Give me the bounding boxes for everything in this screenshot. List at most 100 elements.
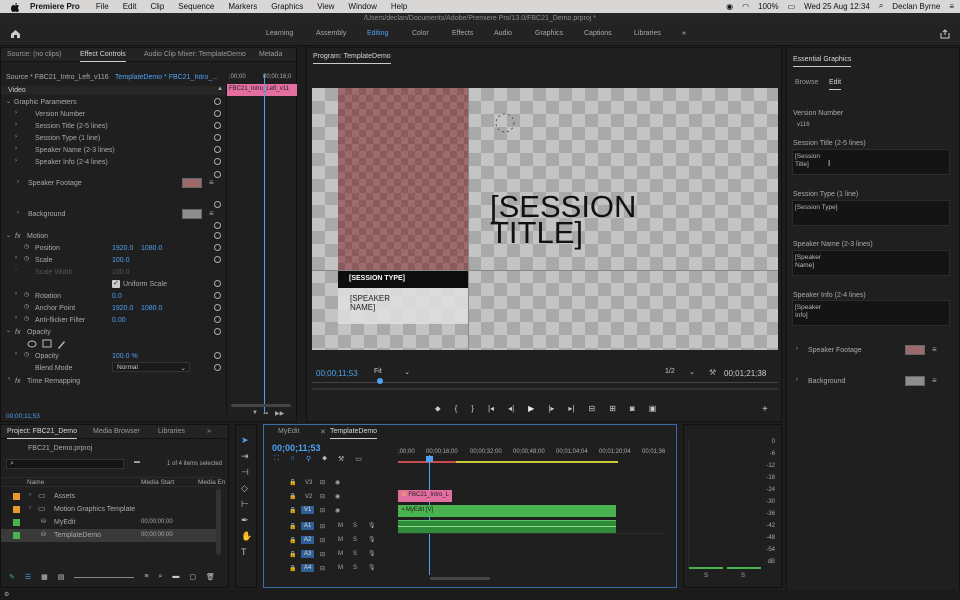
new-bin-from-search-icon[interactable]: ▬ (134, 459, 140, 465)
mute-icon[interactable]: M (338, 565, 343, 571)
ripple-edit-tool-icon[interactable]: ⊣ (241, 467, 252, 478)
tab-media-browser[interactable]: Media Browser (93, 428, 140, 435)
list-item[interactable]: › ▭ Motion Graphics Template (1, 503, 221, 516)
menu-graphics[interactable]: Graphics (271, 2, 303, 11)
col-name[interactable]: Name (27, 479, 44, 486)
comparison-view-icon[interactable]: ▣ (649, 404, 657, 414)
reset-icon[interactable] (214, 316, 221, 323)
sort-icon[interactable]: ≡ (144, 573, 148, 581)
menu-help[interactable]: Help (391, 2, 407, 11)
extract-icon[interactable]: ⊞ (609, 404, 616, 414)
project-scrollbar[interactable] (216, 489, 221, 555)
hand-tool-icon[interactable]: ✋ (241, 531, 252, 542)
zoom-slider[interactable] (74, 573, 135, 578)
new-item-icon[interactable]: ▢ (189, 573, 196, 581)
expand-icon[interactable]: › (796, 346, 798, 352)
clock[interactable]: Wed 25 Aug 12:34 (804, 2, 870, 11)
lock-icon[interactable]: 🔒 (289, 493, 296, 500)
razor-tool-icon[interactable]: ◇ (241, 483, 252, 494)
microphone-icon[interactable]: 🎙 (368, 522, 376, 529)
tab-audio-clip-mixer[interactable]: Audio Clip Mixer: TemplateDemo (144, 51, 246, 58)
session-title-field[interactable]: [Session Title] (792, 149, 950, 175)
sync-lock-icon[interactable]: ⊟ (320, 493, 325, 500)
export-icon[interactable]: ⇥ (263, 410, 268, 417)
reset-icon[interactable] (214, 146, 221, 153)
selection-tool-icon[interactable]: ➤ (241, 435, 252, 446)
reset-icon[interactable] (214, 201, 221, 208)
tab-edit[interactable]: Edit (829, 79, 842, 90)
col-media-start[interactable]: Media Start (141, 479, 174, 486)
track-select-tool-icon[interactable]: ⇥ (241, 451, 252, 462)
expand-icon[interactable]: › (15, 134, 17, 140)
search-icon[interactable]: ⌕ (879, 1, 883, 11)
lock-icon[interactable]: 🔒 (289, 537, 296, 544)
eye-icon[interactable]: ◉ (335, 493, 340, 500)
fx-opacity-toggle-icon[interactable]: ⌄ (6, 327, 11, 334)
expand-icon[interactable]: › (29, 505, 31, 511)
expand-icon[interactable]: › (15, 122, 17, 128)
program-viewer[interactable]: [SESSION TYPE] [SPEAKER NAME] [SESSION T… (312, 88, 778, 350)
timeline-wrench-icon[interactable]: ⚒ (338, 455, 344, 463)
eg-speaker-footage-swatch[interactable] (905, 345, 925, 355)
ec-clip-bar[interactable]: FBC21_Intro_Left_v11 (227, 84, 297, 96)
reset-icon[interactable] (214, 256, 221, 263)
expand-icon[interactable]: › (17, 179, 19, 185)
tab-metadata[interactable]: Metada (259, 51, 282, 58)
timeline-scrollbar[interactable] (430, 577, 490, 580)
menu-clip[interactable]: Clip (151, 2, 165, 11)
tab-project[interactable]: Project: FBC21_Demo (7, 428, 78, 439)
rotation-value[interactable]: 0.0 (112, 293, 122, 300)
solo-icon[interactable]: S (353, 537, 357, 543)
microphone-icon[interactable]: 🎙 (368, 536, 376, 543)
ec-source-clip[interactable]: Source * FBC21_Intro_Left_v116 (6, 74, 109, 81)
pen-tool-icon[interactable]: ✒ (241, 515, 252, 526)
workspace-editing[interactable]: Editing (367, 30, 388, 37)
tab-source[interactable]: Source: (no clips) (7, 51, 61, 58)
creative-cloud-icon[interactable]: ◉ (726, 2, 733, 11)
filter-icon[interactable]: ▼ (252, 410, 258, 416)
workspace-assembly[interactable]: Assembly (316, 30, 346, 37)
battery-level[interactable]: 100% (758, 2, 778, 11)
eg-background-swatch[interactable] (905, 376, 925, 386)
lock-icon[interactable]: 🔒 (289, 523, 296, 530)
reset-icon[interactable] (214, 304, 221, 311)
ec-current-time[interactable]: 00;00;11;53 (6, 413, 40, 420)
expand-icon[interactable]: › (29, 492, 31, 498)
menu-file[interactable]: File (96, 2, 109, 11)
anchor-y-value[interactable]: 1080.0 (141, 305, 162, 312)
reset-icon[interactable] (214, 110, 221, 117)
more-icon[interactable]: » (207, 428, 211, 435)
track-label[interactable]: V1 (301, 506, 315, 514)
mute-icon[interactable]: M (338, 523, 343, 529)
expand-icon[interactable]: › (15, 291, 17, 297)
freeform-view-icon[interactable]: ▤ (58, 573, 65, 581)
uniform-scale-checkbox[interactable]: ✓ (112, 280, 120, 288)
track-label[interactable]: A2 (301, 536, 315, 544)
program-zoom-bar[interactable] (312, 388, 778, 390)
captions-icon[interactable]: ▭ (355, 455, 362, 463)
menu-icon[interactable]: ≡ (209, 209, 214, 218)
nest-icon[interactable]: ⛶ (274, 455, 279, 463)
mark-out-icon[interactable]: } (471, 404, 474, 414)
export-frame-icon[interactable]: ◙ (630, 404, 635, 414)
list-item[interactable]: ⛁ TemplateDemo 00;00;00;00 (1, 529, 221, 542)
expand-icon[interactable]: › (15, 255, 17, 261)
eye-icon[interactable]: ◉ (335, 507, 340, 514)
tab-libraries[interactable]: Libraries (158, 428, 185, 435)
type-tool-icon[interactable]: T (241, 547, 252, 557)
mute-icon[interactable]: M (338, 537, 343, 543)
expand-icon[interactable]: › (17, 210, 19, 216)
track-label[interactable]: A1 (301, 522, 315, 530)
expand-icon[interactable]: › (15, 110, 17, 116)
sync-lock-icon[interactable]: ⊟ (320, 507, 325, 514)
track-label[interactable]: V2 (305, 494, 312, 500)
go-to-in-icon[interactable]: |◂ (488, 404, 494, 414)
workspace-color[interactable]: Color (412, 30, 429, 37)
lock-icon[interactable]: 🔒 (289, 479, 296, 486)
reset-icon[interactable] (214, 232, 221, 239)
find-icon[interactable]: ⌕ (159, 573, 163, 581)
step-forward-icon[interactable]: |▸ (548, 404, 554, 414)
sync-lock-icon[interactable]: ⊟ (320, 551, 325, 558)
ellipse-mask-icon[interactable] (27, 340, 37, 348)
program-title[interactable]: Program: TemplateDemo (313, 53, 391, 64)
